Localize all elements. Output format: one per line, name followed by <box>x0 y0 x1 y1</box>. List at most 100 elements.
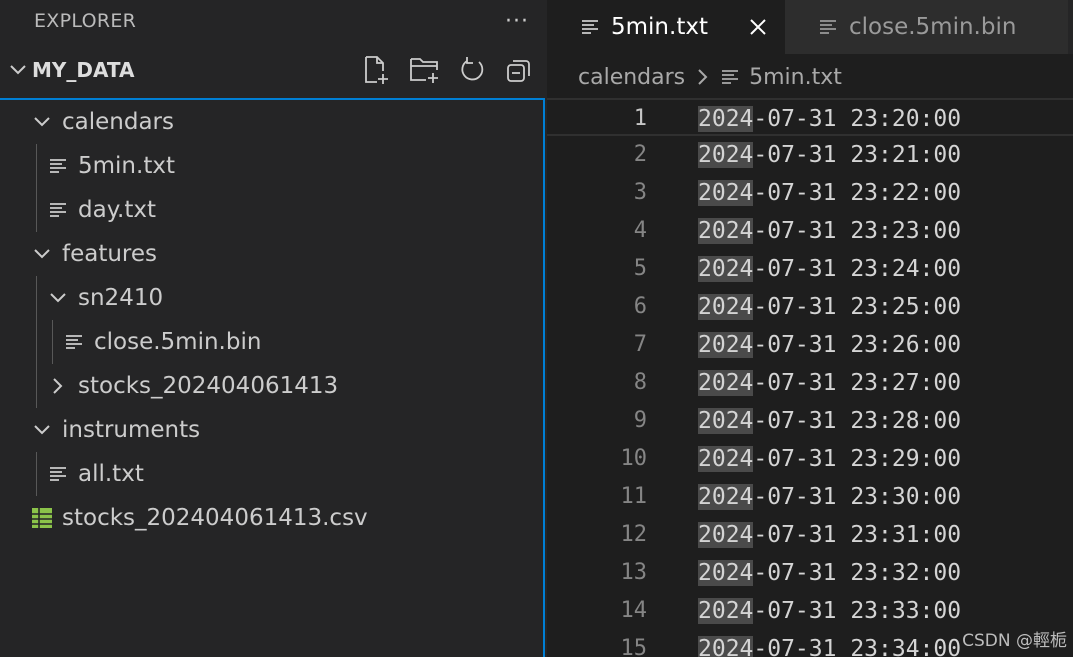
line-number: 14 <box>620 598 648 623</box>
tree-item-folder-open[interactable]: sn2410 <box>0 276 543 320</box>
tree-item-folder-open[interactable]: instruments <box>0 408 543 452</box>
text-file-icon <box>44 157 72 175</box>
tab-5min-txt[interactable]: 5min.txt <box>547 0 785 54</box>
occurrence-highlight: 2024 <box>698 142 754 168</box>
close-icon[interactable] <box>749 18 767 36</box>
text-file-icon <box>721 68 739 86</box>
code-line[interactable]: 8 2024-07-31 23:27:00 <box>547 364 1073 402</box>
tree-item-file[interactable]: 5min.txt <box>0 144 543 188</box>
tree-item-folder-open[interactable]: calendars <box>0 100 543 144</box>
tree-item-label: instruments <box>62 417 201 443</box>
tree-item-label: features <box>62 241 158 267</box>
refresh-icon[interactable] <box>459 56 487 84</box>
line-number: 12 <box>620 522 648 547</box>
line-text: 2024-07-31 23:34:00 <box>698 630 961 657</box>
more-actions-button[interactable]: ··· <box>505 9 529 34</box>
new-folder-icon[interactable] <box>409 55 441 85</box>
occurrence-highlight: 2024 <box>698 332 754 358</box>
line-text-rest: -07-31 23:23:00 <box>753 218 962 244</box>
occurrence-highlight: 2024 <box>698 218 754 244</box>
breadcrumb-file[interactable]: 5min.txt <box>749 65 842 90</box>
code-line[interactable]: 9 2024-07-31 23:28:00 <box>547 402 1073 440</box>
code-line[interactable]: 6 2024-07-31 23:25:00 <box>547 288 1073 326</box>
tab-bar: 5min.txt close.5min.bin <box>547 0 1073 54</box>
code-line[interactable]: 11 2024-07-31 23:30:00 <box>547 478 1073 516</box>
workspace-section-header[interactable]: MY_DATA <box>0 42 547 98</box>
line-number: 15 <box>620 636 648 657</box>
text-file-icon <box>581 18 599 36</box>
occurrence-highlight: 2024 <box>698 408 754 434</box>
occurrence-highlight: 2024 <box>698 560 754 586</box>
new-file-icon[interactable] <box>361 55 391 85</box>
line-text: 2024-07-31 23:27:00 <box>698 364 961 402</box>
occurrence-highlight: 2024 <box>698 636 754 657</box>
tree-item-file[interactable]: all.txt <box>0 452 543 496</box>
line-text: 2024-07-31 23:30:00 <box>698 478 961 516</box>
code-line[interactable]: 10 2024-07-31 23:29:00 <box>547 440 1073 478</box>
code-line[interactable]: 12 2024-07-31 23:31:00 <box>547 516 1073 554</box>
tree-item-label: day.txt <box>78 197 156 223</box>
tree-item-folder-open[interactable]: features <box>0 232 543 276</box>
line-number: 5 <box>633 256 647 281</box>
tab-label: close.5min.bin <box>849 14 1017 40</box>
tab-label: 5min.txt <box>611 14 708 40</box>
line-text: 2024-07-31 23:25:00 <box>698 288 961 326</box>
tree-item-label: stocks_202404061413.csv <box>62 505 368 531</box>
code-line[interactable]: 13 2024-07-31 23:32:00 <box>547 554 1073 592</box>
occurrence-highlight: 2024 <box>698 294 754 320</box>
chevron-down-icon <box>28 420 56 440</box>
tree-item-csv[interactable]: stocks_202404061413.csv <box>0 496 543 540</box>
line-text: 2024-07-31 23:28:00 <box>698 402 961 440</box>
line-number: 3 <box>633 180 647 205</box>
code-line[interactable]: 4 2024-07-31 23:23:00 <box>547 212 1073 250</box>
tree-item-file[interactable]: close.5min.bin <box>0 320 543 364</box>
breadcrumb-folder[interactable]: calendars <box>578 65 685 90</box>
text-file-icon <box>44 465 72 483</box>
breadcrumb: calendars 5min.txt <box>547 54 1073 100</box>
csv-file-icon <box>28 507 56 529</box>
file-tree: calendars 5min.txt day.txt features sn2410 cl… <box>0 98 545 657</box>
occurrence-highlight: 2024 <box>698 180 754 206</box>
text-file-icon <box>819 18 837 36</box>
code-line[interactable]: 3 2024-07-31 23:22:00 <box>547 174 1073 212</box>
collapse-all-icon[interactable] <box>505 56 533 84</box>
occurrence-highlight: 2024 <box>698 446 754 472</box>
code-editor[interactable]: 1 2024-07-31 23:20:00 2 2024-07-31 23:21:00… <box>547 98 1073 657</box>
code-line[interactable]: 7 2024-07-31 23:26:00 <box>547 326 1073 364</box>
explorer-header: EXPLORER ··· <box>0 0 547 42</box>
line-number: 4 <box>633 218 647 243</box>
line-number: 2 <box>633 142 647 167</box>
tree-item-folder-closed[interactable]: stocks_202404061413 <box>0 364 543 408</box>
tree-item-label: 5min.txt <box>78 153 175 179</box>
tree-item-file[interactable]: day.txt <box>0 188 543 232</box>
line-text-rest: -07-31 23:30:00 <box>753 484 962 510</box>
line-text-rest: -07-31 23:34:00 <box>753 636 962 657</box>
tree-item-label: calendars <box>62 109 174 135</box>
line-text-rest: -07-31 23:20:00 <box>753 106 962 132</box>
line-number: 9 <box>633 408 647 433</box>
line-text-rest: -07-31 23:28:00 <box>753 408 962 434</box>
tree-item-label: stocks_202404061413 <box>78 373 339 399</box>
occurrence-highlight: 2024 <box>698 484 754 510</box>
line-text-rest: -07-31 23:29:00 <box>753 446 962 472</box>
code-line[interactable]: 1 2024-07-31 23:20:00 <box>547 98 1073 136</box>
code-line[interactable]: 5 2024-07-31 23:24:00 <box>547 250 1073 288</box>
code-line[interactable]: 14 2024-07-31 23:33:00 <box>547 592 1073 630</box>
chevron-right-icon <box>697 67 709 87</box>
occurrence-highlight: 2024 <box>698 106 754 132</box>
explorer-actions <box>361 55 533 85</box>
workspace-title: MY_DATA <box>32 58 135 82</box>
chevron-right-icon <box>44 376 72 396</box>
tab-close-5min-bin[interactable]: close.5min.bin <box>785 0 1068 54</box>
code-line[interactable]: 2 2024-07-31 23:21:00 <box>547 136 1073 174</box>
line-text: 2024-07-31 23:33:00 <box>698 592 961 630</box>
line-text-rest: -07-31 23:22:00 <box>753 180 962 206</box>
line-text-rest: -07-31 23:31:00 <box>753 522 962 548</box>
text-file-icon <box>44 201 72 219</box>
chevron-down-icon[interactable] <box>4 60 32 80</box>
chevron-down-icon <box>44 288 72 308</box>
line-text-rest: -07-31 23:27:00 <box>753 370 962 396</box>
line-text: 2024-07-31 23:32:00 <box>698 554 961 592</box>
line-text: 2024-07-31 23:21:00 <box>698 136 961 174</box>
line-text: 2024-07-31 23:20:00 <box>698 100 961 138</box>
